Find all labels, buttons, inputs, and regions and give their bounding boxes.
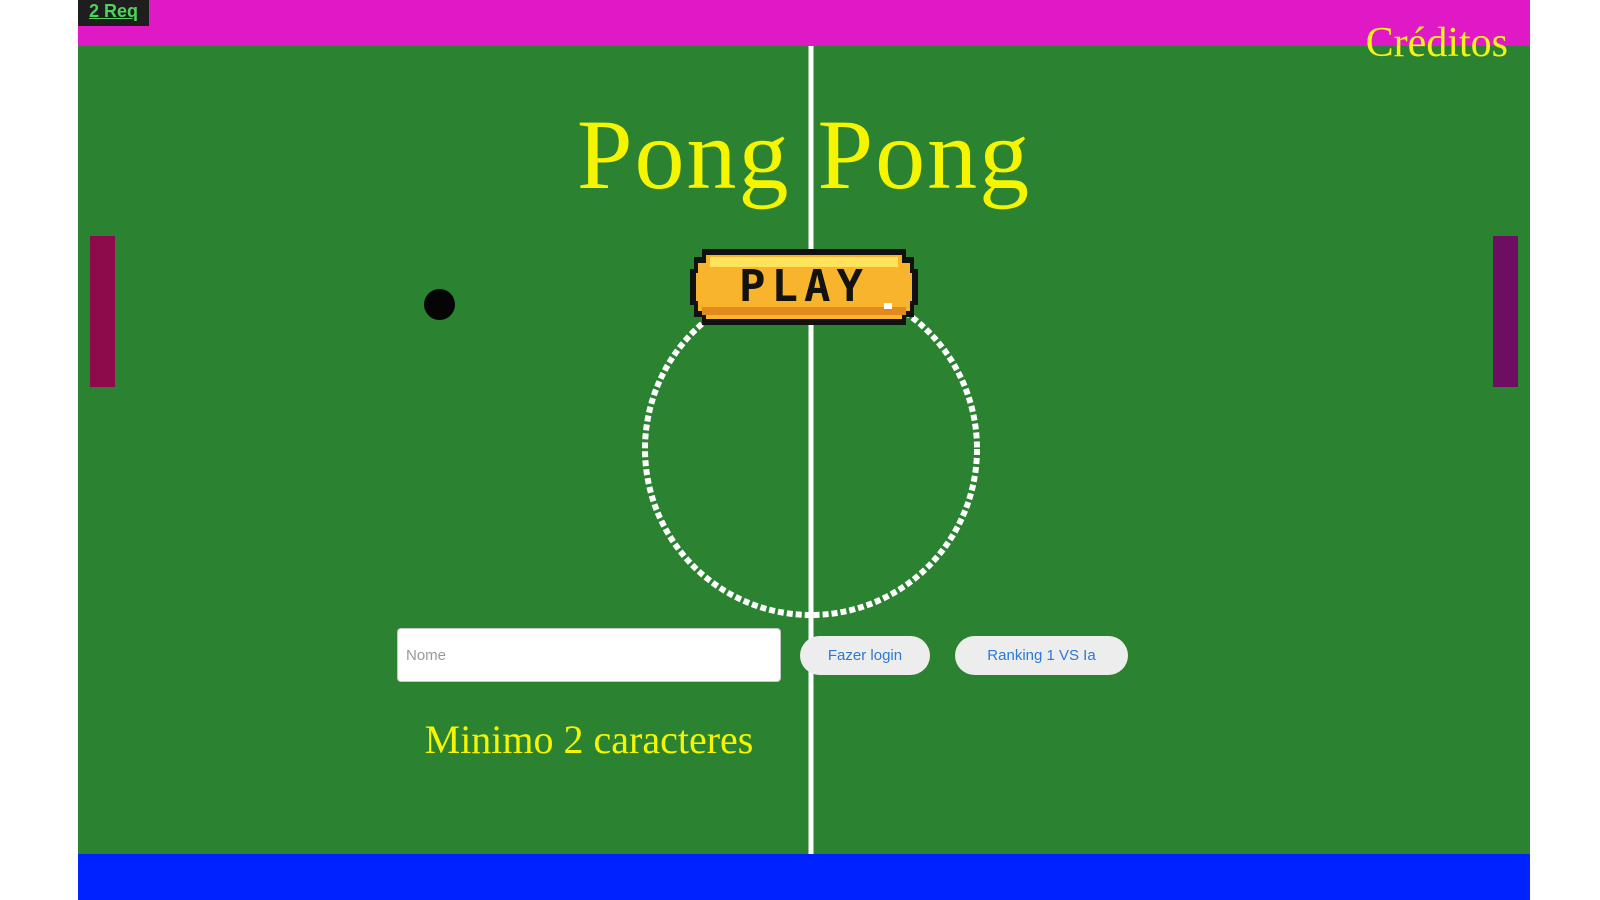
ranking-button[interactable]: Ranking 1 VS Ia [955,636,1128,675]
name-length-hint: Minimo 2 caracteres [424,717,754,762]
page-title: Pong Pong [576,99,1032,210]
request-counter-link[interactable]: 2 Req [78,0,149,26]
play-button[interactable]: PLAY [688,247,920,327]
name-input[interactable] [397,628,781,682]
left-paddle [90,236,115,387]
ball [424,289,455,320]
credits-link[interactable]: Créditos [1366,18,1508,68]
login-button[interactable]: Fazer login [800,636,930,675]
right-paddle [1493,236,1518,387]
game-stage: 2 Req Créditos Pong Pong PLAY Fazer logi… [78,0,1530,900]
play-button-label: PLAY [739,261,869,312]
